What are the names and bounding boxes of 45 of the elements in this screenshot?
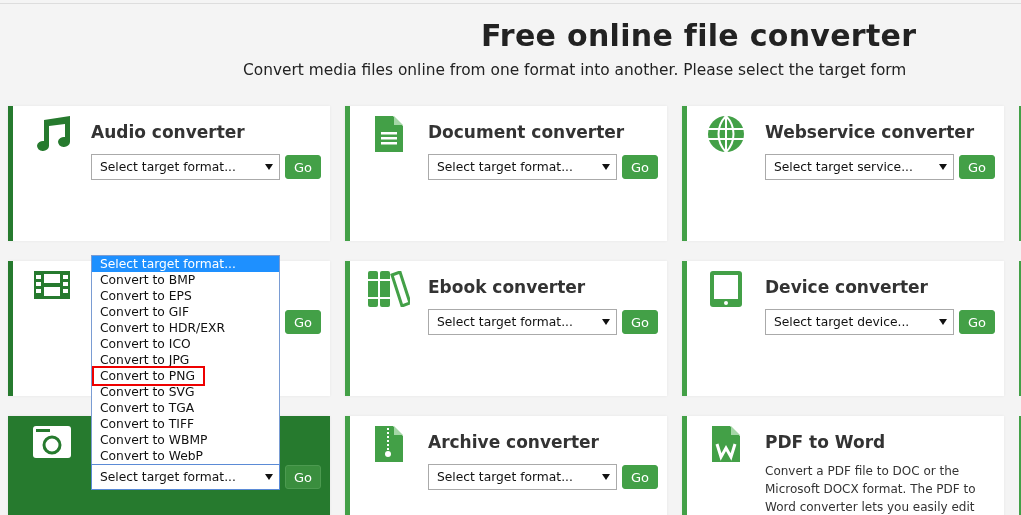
camera-window-icon xyxy=(33,426,71,458)
dropdown-option[interactable]: Convert to BMP xyxy=(92,272,279,288)
go-button[interactable]: Go xyxy=(285,465,322,489)
format-select[interactable]: Select target service... xyxy=(765,154,954,180)
page-title: Free online file converter xyxy=(481,18,917,53)
dropdown-option[interactable]: Convert to JPG xyxy=(92,352,279,368)
format-select[interactable]: Select target format... xyxy=(428,464,617,490)
dropdown-option[interactable]: Convert to SVG xyxy=(92,384,279,400)
card-title: Device converter xyxy=(765,276,929,299)
dropdown-option[interactable]: Convert to WebP xyxy=(92,448,279,464)
card-title: PDF to Word xyxy=(765,431,887,454)
caret-icon xyxy=(602,164,610,170)
format-select[interactable]: Select target format... xyxy=(428,309,617,335)
format-select[interactable]: Select target device... xyxy=(765,309,954,335)
page-subtitle: Convert media files online from one format into another. Please select the target form xyxy=(243,61,907,79)
caret-icon xyxy=(602,474,610,480)
document-icon xyxy=(375,116,403,152)
dropdown-option[interactable]: Convert to ICO xyxy=(92,336,279,352)
card-description: Convert a PDF file to DOC or the Microsoft DOCX format. The PDF to Word converter lets you easily edit xyxy=(765,463,977,515)
dropdown-option[interactable]: Convert to EPS xyxy=(92,288,279,304)
format-select[interactable]: Select target format... xyxy=(91,464,280,490)
caret-icon xyxy=(602,319,610,325)
card-title: Ebook converter xyxy=(428,276,587,299)
card-title: Webservice converter xyxy=(765,121,976,144)
dropdown-option[interactable]: Convert to HDR/EXR xyxy=(92,320,279,336)
card-title: Audio converter xyxy=(91,121,246,144)
card-title: Archive converter xyxy=(428,431,600,454)
caret-icon xyxy=(939,164,947,170)
film-strip-icon xyxy=(34,271,70,299)
tablet-icon xyxy=(710,271,742,307)
dropdown-option[interactable]: Convert to TIFF xyxy=(92,416,279,432)
zip-file-icon xyxy=(375,426,403,462)
word-file-icon xyxy=(712,426,740,462)
format-select[interactable]: Select target format... xyxy=(428,154,617,180)
dropdown-option[interactable]: Convert to WBMP xyxy=(92,432,279,448)
globe-icon xyxy=(708,116,744,152)
dropdown-option[interactable]: Convert to GIF xyxy=(92,304,279,320)
caret-icon xyxy=(265,474,273,480)
card-title: Document converter xyxy=(428,121,626,144)
dropdown-option[interactable]: Convert to TGA xyxy=(92,400,279,416)
caret-icon xyxy=(939,319,947,325)
caret-icon xyxy=(265,164,273,170)
books-icon xyxy=(368,271,410,307)
format-select[interactable]: Select target format... xyxy=(91,154,280,180)
dropdown-option[interactable]: Convert to PNG xyxy=(94,368,203,384)
